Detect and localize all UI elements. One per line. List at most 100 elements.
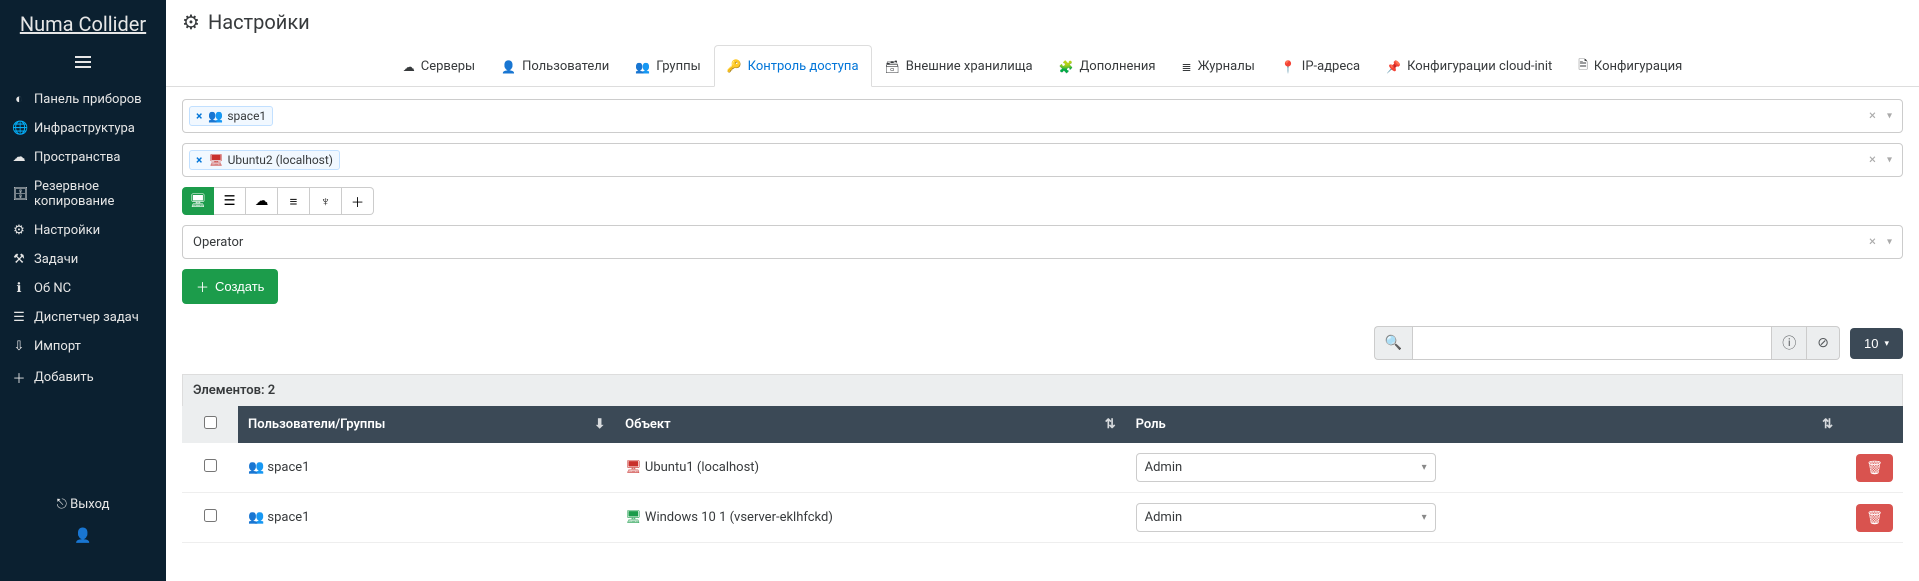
marker-icon: 📍 [1281, 60, 1296, 74]
search-icon: 🔍 [1374, 326, 1412, 360]
tab-logs[interactable]: ≣ Журналы [1169, 45, 1268, 87]
header-object[interactable]: Объект ⇅ [615, 406, 1125, 443]
dashboard-icon: ◐ [12, 91, 26, 107]
tab-external-storage[interactable]: 🗃Внешние хранилища [872, 45, 1046, 87]
row-role-select[interactable]: Admin ▾ [1136, 503, 1436, 532]
header-label: Пользователи/Группы [248, 417, 385, 432]
search-info-button[interactable]: ⓘ [1772, 326, 1807, 360]
clear-select-button[interactable]: × [1869, 235, 1876, 250]
filter-cloud-button[interactable]: ☁ [246, 187, 278, 215]
trash-icon: 🗑 [1866, 460, 1883, 475]
page-size-button[interactable]: 10 ▾ [1850, 328, 1903, 359]
clear-icon: ⊘ [1817, 335, 1829, 351]
row-checkbox[interactable] [204, 509, 217, 522]
object-select[interactable]: × 🖥 Ubuntu2 (localhost) × ▾ [182, 143, 1903, 177]
tab-label: Журналы [1198, 59, 1255, 74]
acl-table-wrap: Элементов: 2 Пользователи/Группы ⬇ [182, 374, 1903, 543]
users-icon: 👥 [248, 510, 264, 525]
clear-select-button[interactable]: × [1869, 153, 1876, 168]
sidebar-item-label: Добавить [34, 370, 94, 385]
tab-ip-addresses[interactable]: 📍IP-адреса [1268, 45, 1373, 87]
log-icon: ≣ [1182, 60, 1192, 74]
trash-icon: 🗑 [1866, 510, 1883, 525]
tab-groups[interactable]: 👥Группы [622, 45, 713, 87]
filter-desktop-button[interactable]: 🖥 [182, 187, 214, 215]
sidebar-logout-button[interactable]: ⎋ Выход [0, 489, 166, 520]
gear-icon: ⚙ [182, 10, 200, 34]
tab-users[interactable]: 👤Пользователи [488, 45, 622, 87]
sidebar-item-label: Об NC [34, 281, 71, 296]
info-icon: ℹ [12, 281, 26, 296]
sitemap-icon: ♆ [321, 194, 331, 209]
sidebar-item-add[interactable]: ＋ Добавить [0, 361, 166, 394]
remove-tag-button[interactable]: × [196, 153, 202, 167]
search-clear-button[interactable]: ⊘ [1807, 326, 1840, 360]
desktop-icon: 🖥 [625, 460, 642, 475]
filter-add-button[interactable]: ＋ [342, 187, 374, 215]
tab-plugins[interactable]: 🧩Дополнения [1046, 45, 1169, 87]
row-role-select[interactable]: Admin ▾ [1136, 453, 1436, 482]
filter-stack-button[interactable]: ≡ [278, 187, 310, 215]
caret-down-icon: ▾ [1422, 512, 1427, 523]
info-icon: ⓘ [1782, 333, 1796, 353]
sidebar-item-import[interactable]: ⇩Импорт [0, 332, 166, 361]
cloud-icon: ☁ [255, 193, 268, 209]
create-button-label: Создать [215, 279, 264, 294]
caret-down-icon[interactable]: ▾ [1887, 111, 1892, 122]
filter-server-button[interactable]: ☰ [214, 187, 246, 215]
sidebar-item-tasks[interactable]: ⚒Задачи [0, 245, 166, 274]
create-button[interactable]: ＋ Создать [182, 269, 278, 304]
sidebar-item-label: Панель приборов [34, 92, 142, 107]
delete-row-button[interactable]: 🗑 [1856, 504, 1893, 532]
stack-icon: ≡ [290, 194, 298, 209]
table-count-label: Элементов: 2 [182, 374, 1903, 406]
tab-cloud-init[interactable]: 📌Конфигурации cloud-init [1373, 45, 1565, 87]
header-users-groups[interactable]: Пользователи/Группы ⬇ [238, 406, 615, 443]
header-checkbox-col [182, 406, 238, 443]
sidebar-user-button[interactable]: 👤 [0, 520, 166, 552]
delete-row-button[interactable]: 🗑 [1856, 454, 1893, 482]
sidebar-item-label: Задачи [34, 252, 78, 267]
sidebar-item-label: Резервное копирование [34, 179, 154, 209]
clear-select-button[interactable]: × [1869, 109, 1876, 124]
sidebar-collapse-button[interactable] [0, 46, 166, 84]
caret-down-icon[interactable]: ▾ [1887, 237, 1892, 248]
sidebar-item-spaces[interactable]: ☁Пространства [0, 143, 166, 172]
sidebar-item-dashboard[interactable]: ◐ Панель приборов [0, 84, 166, 114]
tab-servers[interactable]: ☁Серверы [390, 45, 488, 87]
filter-tree-button[interactable]: ♆ [310, 187, 342, 215]
remove-tag-button[interactable]: × [196, 109, 202, 123]
table-row: 👥 space1 🖥 Windows 10 1 (vserver-eklhfck… [182, 493, 1903, 543]
cloud-icon: ☁ [12, 150, 26, 165]
header-role[interactable]: Роль ⇅ [1126, 406, 1843, 443]
gear-icon: ⚙ [12, 223, 26, 238]
tab-config[interactable]: 🗎Конфигурация [1565, 45, 1695, 87]
plus-icon: ＋ [12, 368, 26, 387]
tab-label: Конфигурации cloud-init [1407, 59, 1552, 74]
sidebar: Numa Collider ◐ Панель приборов 🌐Инфрастр… [0, 0, 166, 581]
select-all-checkbox[interactable] [204, 416, 217, 429]
import-icon: ⇩ [12, 339, 26, 354]
sort-icon: ⇅ [1822, 417, 1833, 432]
content: × 👥 space1 × ▾ × 🖥 Ubuntu2 (localhost) ×… [166, 87, 1919, 567]
sort-desc-icon: ⬇ [594, 417, 605, 432]
desktop-icon: 🖥 [625, 510, 642, 525]
sidebar-item-backup[interactable]: 🗄Резервное копирование [0, 172, 166, 216]
role-select[interactable]: Operator × ▾ [182, 225, 1903, 259]
search-group: 🔍 ⓘ ⊘ [1374, 326, 1840, 360]
sidebar-item-settings[interactable]: ⚙Настройки [0, 216, 166, 245]
sidebar-item-label: Диспетчер задач [34, 310, 139, 325]
sidebar-item-task-manager[interactable]: ☰Диспетчер задач [0, 303, 166, 332]
search-input[interactable] [1412, 326, 1772, 360]
caret-down-icon[interactable]: ▾ [1887, 155, 1892, 166]
globe-icon: 🌐 [12, 121, 26, 136]
sidebar-item-about[interactable]: ℹ Об NC [0, 274, 166, 303]
logout-icon: ⎋ [57, 497, 67, 512]
tab-access-control[interactable]: 🔑Контроль доступа [714, 45, 872, 87]
sidebar-item-infrastructure[interactable]: 🌐Инфраструктура [0, 114, 166, 143]
row-checkbox[interactable] [204, 459, 217, 472]
subject-select[interactable]: × 👥 space1 × ▾ [182, 99, 1903, 133]
brand-title[interactable]: Numa Collider [0, 0, 166, 46]
row-role-value: Admin [1145, 510, 1183, 525]
user-icon: 👤 [74, 528, 91, 544]
